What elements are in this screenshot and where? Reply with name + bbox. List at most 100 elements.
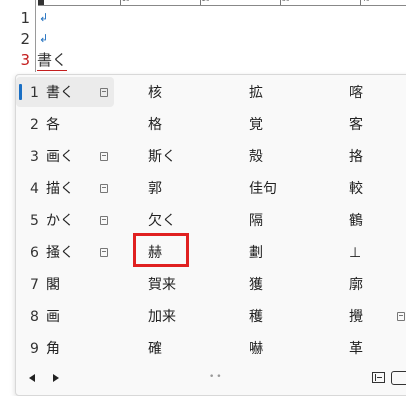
candidate-index: 7: [30, 277, 39, 293]
candidate-text: 覚: [249, 117, 263, 133]
highlight-annotation-box: [133, 233, 189, 267]
candidate-item[interactable]: 9角: [30, 335, 60, 363]
candidate-item[interactable]: 核: [146, 79, 162, 107]
candidate-item[interactable]: 穫: [247, 303, 263, 331]
previous-page-icon[interactable]: [29, 374, 35, 382]
ruler-mark-20: 20: [202, 0, 210, 3]
candidate-index: 1: [30, 85, 39, 101]
candidate-text: 郭: [148, 181, 162, 197]
candidate-text: 較: [349, 181, 363, 197]
candidate-index: 8: [30, 309, 39, 325]
usage-memo-icon: [100, 248, 108, 257]
candidate-index: 6: [30, 245, 39, 261]
candidate-text: 画く: [46, 149, 74, 165]
next-page-icon[interactable]: [53, 374, 59, 382]
usage-memo-icon: [100, 216, 108, 225]
candidate-text: 閣: [46, 277, 60, 293]
usage-memo-icon: [397, 312, 405, 321]
candidate-index: 2: [30, 117, 39, 133]
candidate-item[interactable]: 喀: [347, 79, 363, 107]
candidate-index: 4: [30, 181, 39, 197]
candidate-item[interactable]: 2各: [30, 111, 60, 139]
candidate-text: 確: [148, 341, 162, 357]
candidate-item[interactable]: 客: [347, 111, 363, 139]
candidate-item[interactable]: 獲: [247, 271, 263, 299]
candidate-item[interactable]: 4 描く: [30, 175, 108, 203]
candidate-item[interactable]: 覚: [247, 111, 263, 139]
line-number-2: 2: [20, 30, 30, 48]
line-number-1: 1: [20, 9, 30, 27]
return-mark-icon: ↲: [39, 11, 49, 24]
candidate-text: 加来: [148, 309, 176, 325]
candidate-item[interactable]: 鶴: [347, 207, 363, 235]
candidate-text: 隔: [249, 213, 263, 229]
candidate-text: 攪: [349, 309, 363, 325]
candidate-item[interactable]: 隔: [247, 207, 263, 235]
composition-text[interactable]: 書く: [37, 50, 68, 71]
candidate-item[interactable]: 欠く: [146, 207, 176, 235]
candidate-text: 佳句: [249, 181, 277, 197]
candidate-text: 穫: [249, 309, 263, 325]
candidate-text: 斯く: [148, 149, 176, 165]
candidate-index: 5: [30, 213, 39, 229]
toggle-view-icon[interactable]: [391, 371, 406, 385]
candidate-text: 挌: [349, 149, 363, 165]
candidate-text: ⊥: [349, 245, 362, 261]
expand-table-icon[interactable]: [372, 372, 385, 383]
candidate-item[interactable]: ⊥: [347, 239, 361, 267]
candidate-item[interactable]: 廓: [347, 271, 363, 299]
candidate-text: 獲: [249, 277, 263, 293]
candidate-index: 3: [30, 149, 39, 165]
candidate-item[interactable]: 郭: [146, 175, 162, 203]
candidate-item[interactable]: 1 書く: [30, 79, 108, 107]
ruler-tick: [360, 0, 361, 5]
candidate-item[interactable]: 嚇: [247, 335, 263, 363]
candidate-item[interactable]: 加来: [146, 303, 176, 331]
candidate-item[interactable]: 賀来: [146, 271, 176, 299]
candidate-item[interactable]: 確: [146, 335, 162, 363]
page-indicator-dots: ••: [209, 372, 224, 382]
candidate-index: 9: [30, 341, 39, 357]
ruler-mark-40: 40: [362, 0, 370, 3]
candidate-text: 掻く: [46, 245, 74, 261]
candidate-text: 画: [46, 309, 60, 325]
candidate-item[interactable]: 佳句: [247, 175, 277, 203]
candidate-item[interactable]: 挌: [347, 143, 363, 171]
candidate-footer: ••: [16, 371, 406, 387]
candidate-item[interactable]: 3 画く: [30, 143, 108, 171]
ruler-mark-30: 30: [282, 0, 290, 3]
candidate-item[interactable]: 拡: [247, 79, 263, 107]
candidate-text: 格: [148, 117, 162, 133]
candidate-text: 核: [148, 85, 162, 101]
candidate-item[interactable]: 殻: [247, 143, 263, 171]
candidate-text: 革: [349, 341, 363, 357]
candidate-item[interactable]: 斯く: [146, 143, 176, 171]
candidate-text: 欠く: [148, 213, 176, 229]
ruler-tick: [120, 0, 121, 5]
gutter-divider: [35, 0, 36, 72]
candidate-text: 描く: [46, 181, 74, 197]
ruler-tick: [280, 0, 281, 5]
candidate-item[interactable]: 6 掻く: [30, 239, 108, 267]
candidate-text: 嚇: [249, 341, 263, 357]
ruler-mark-10: 10: [122, 0, 130, 3]
candidate-text: 劃: [249, 245, 263, 261]
candidate-item[interactable]: 劃: [247, 239, 263, 267]
candidate-text: 賀来: [148, 277, 176, 293]
candidate-text: 鶴: [349, 213, 363, 229]
candidate-text: 書く: [46, 85, 74, 101]
candidate-item[interactable]: 攪: [347, 303, 405, 331]
ime-candidate-window: 1 書く 2 各 3 画く 4 描く 5 かく 6 掻く 7 閣 8 画 9 角 核格斯く郭欠く赫賀来 加来確 拡覚…: [15, 74, 406, 396]
ruler-tick: [200, 0, 201, 5]
candidate-item[interactable]: 革: [347, 335, 363, 363]
candidate-text: 各: [46, 117, 60, 133]
candidate-item[interactable]: 7閣: [30, 271, 60, 299]
return-mark-icon: ↲: [39, 32, 49, 45]
candidate-item[interactable]: 8画: [30, 303, 60, 331]
candidate-text: 喀: [349, 85, 363, 101]
line-number-3: 3: [20, 51, 30, 69]
candidate-item[interactable]: 較: [347, 175, 363, 203]
candidate-item[interactable]: 格: [146, 111, 162, 139]
candidate-item[interactable]: 5 かく: [30, 207, 108, 235]
usage-memo-icon: [100, 152, 108, 161]
